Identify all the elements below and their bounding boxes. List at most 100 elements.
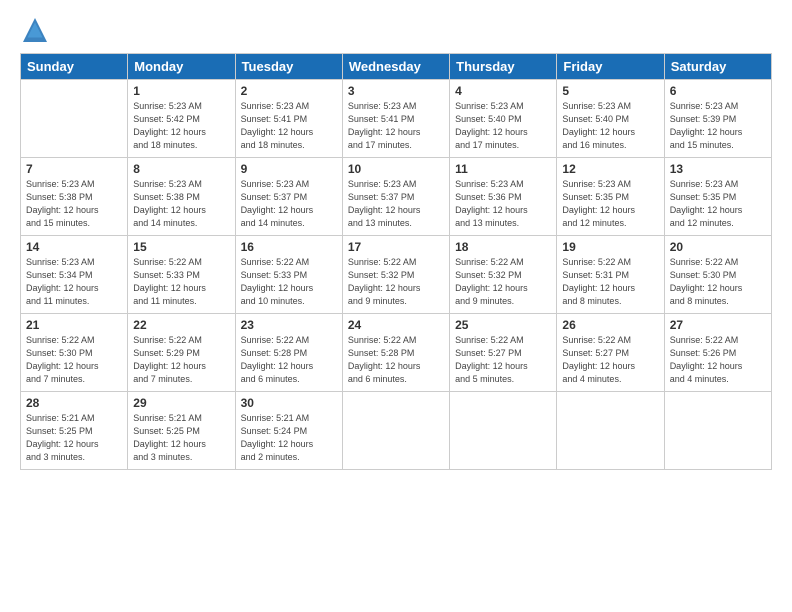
day-number: 28	[26, 396, 122, 410]
empty-cell	[21, 80, 128, 158]
week-row-2: 7 Sunrise: 5:23 AM Sunset: 5:38 PM Daylig…	[21, 158, 772, 236]
day-cell-27: 27 Sunrise: 5:22 AM Sunset: 5:26 PM Dayli…	[664, 314, 771, 392]
day-cell-10: 10 Sunrise: 5:23 AM Sunset: 5:37 PM Dayli…	[342, 158, 449, 236]
empty-cell	[557, 392, 664, 470]
page: SundayMondayTuesdayWednesdayThursdayFrid…	[0, 0, 792, 612]
day-cell-29: 29 Sunrise: 5:21 AM Sunset: 5:25 PM Dayli…	[128, 392, 235, 470]
day-cell-15: 15 Sunrise: 5:22 AM Sunset: 5:33 PM Dayli…	[128, 236, 235, 314]
day-cell-6: 6 Sunrise: 5:23 AM Sunset: 5:39 PM Daylig…	[664, 80, 771, 158]
day-info: Sunrise: 5:22 AM Sunset: 5:32 PM Dayligh…	[348, 256, 444, 308]
day-cell-7: 7Sunrise: 5:23 AM Sunset: 5:38 PM Daylig…	[21, 158, 128, 236]
calendar-table: SundayMondayTuesdayWednesdayThursdayFrid…	[20, 53, 772, 470]
day-number: 1	[133, 84, 229, 98]
day-info: Sunrise: 5:22 AM Sunset: 5:29 PM Dayligh…	[133, 334, 229, 386]
day-cell-1: 1 Sunrise: 5:23 AM Sunset: 5:42 PM Daylig…	[128, 80, 235, 158]
day-info: Sunrise: 5:23 AM Sunset: 5:35 PM Dayligh…	[562, 178, 658, 230]
day-info: Sunrise: 5:22 AM Sunset: 5:28 PM Dayligh…	[241, 334, 337, 386]
day-info: Sunrise: 5:23 AM Sunset: 5:37 PM Dayligh…	[348, 178, 444, 230]
day-cell-2: 2 Sunrise: 5:23 AM Sunset: 5:41 PM Daylig…	[235, 80, 342, 158]
day-number: 22	[133, 318, 229, 332]
day-number: 27	[670, 318, 766, 332]
day-info: Sunrise: 5:23 AM Sunset: 5:37 PM Dayligh…	[241, 178, 337, 230]
day-number: 2	[241, 84, 337, 98]
weekday-header-thursday: Thursday	[450, 54, 557, 80]
day-info: Sunrise: 5:22 AM Sunset: 5:33 PM Dayligh…	[133, 256, 229, 308]
weekday-header-monday: Monday	[128, 54, 235, 80]
day-number: 7	[26, 162, 122, 176]
day-info: Sunrise: 5:23 AM Sunset: 5:42 PM Dayligh…	[133, 100, 229, 152]
weekday-header-saturday: Saturday	[664, 54, 771, 80]
day-number: 12	[562, 162, 658, 176]
day-cell-14: 14 Sunrise: 5:23 AM Sunset: 5:34 PM Dayli…	[21, 236, 128, 314]
day-number: 16	[241, 240, 337, 254]
day-info: Sunrise: 5:22 AM Sunset: 5:30 PM Dayligh…	[670, 256, 766, 308]
day-cell-20: 20Sunrise: 5:22 AM Sunset: 5:30 PM Dayli…	[664, 236, 771, 314]
week-row-3: 14 Sunrise: 5:23 AM Sunset: 5:34 PM Dayli…	[21, 236, 772, 314]
logo	[20, 15, 54, 45]
day-number: 23	[241, 318, 337, 332]
day-number: 19	[562, 240, 658, 254]
day-cell-30: 30 Sunrise: 5:21 AM Sunset: 5:24 PM Dayli…	[235, 392, 342, 470]
day-cell-26: 26Sunrise: 5:22 AM Sunset: 5:27 PM Dayli…	[557, 314, 664, 392]
day-cell-21: 21 Sunrise: 5:22 AM Sunset: 5:30 PM Dayli…	[21, 314, 128, 392]
day-cell-18: 18Sunrise: 5:22 AM Sunset: 5:32 PM Dayli…	[450, 236, 557, 314]
day-info: Sunrise: 5:23 AM Sunset: 5:41 PM Dayligh…	[241, 100, 337, 152]
day-number: 14	[26, 240, 122, 254]
day-info: Sunrise: 5:23 AM Sunset: 5:41 PM Dayligh…	[348, 100, 444, 152]
day-number: 3	[348, 84, 444, 98]
day-cell-16: 16 Sunrise: 5:22 AM Sunset: 5:33 PM Dayli…	[235, 236, 342, 314]
day-number: 30	[241, 396, 337, 410]
day-info: Sunrise: 5:23 AM Sunset: 5:40 PM Dayligh…	[562, 100, 658, 152]
day-cell-8: 8 Sunrise: 5:23 AM Sunset: 5:38 PM Daylig…	[128, 158, 235, 236]
day-cell-13: 13 Sunrise: 5:23 AM Sunset: 5:35 PM Dayli…	[664, 158, 771, 236]
day-cell-12: 12 Sunrise: 5:23 AM Sunset: 5:35 PM Dayli…	[557, 158, 664, 236]
weekday-header-sunday: Sunday	[21, 54, 128, 80]
day-cell-9: 9 Sunrise: 5:23 AM Sunset: 5:37 PM Daylig…	[235, 158, 342, 236]
day-info: Sunrise: 5:23 AM Sunset: 5:34 PM Dayligh…	[26, 256, 122, 308]
day-number: 4	[455, 84, 551, 98]
day-cell-17: 17 Sunrise: 5:22 AM Sunset: 5:32 PM Dayli…	[342, 236, 449, 314]
day-info: Sunrise: 5:22 AM Sunset: 5:31 PM Dayligh…	[562, 256, 658, 308]
day-info: Sunrise: 5:21 AM Sunset: 5:24 PM Dayligh…	[241, 412, 337, 464]
day-cell-23: 23 Sunrise: 5:22 AM Sunset: 5:28 PM Dayli…	[235, 314, 342, 392]
weekday-header-wednesday: Wednesday	[342, 54, 449, 80]
empty-cell	[450, 392, 557, 470]
day-number: 21	[26, 318, 122, 332]
day-number: 11	[455, 162, 551, 176]
day-info: Sunrise: 5:21 AM Sunset: 5:25 PM Dayligh…	[26, 412, 122, 464]
day-number: 9	[241, 162, 337, 176]
day-cell-22: 22 Sunrise: 5:22 AM Sunset: 5:29 PM Dayli…	[128, 314, 235, 392]
logo-icon	[20, 15, 50, 45]
weekday-header-row: SundayMondayTuesdayWednesdayThursdayFrid…	[21, 54, 772, 80]
week-row-4: 21 Sunrise: 5:22 AM Sunset: 5:30 PM Dayli…	[21, 314, 772, 392]
day-cell-11: 11Sunrise: 5:23 AM Sunset: 5:36 PM Dayli…	[450, 158, 557, 236]
day-cell-4: 4Sunrise: 5:23 AM Sunset: 5:40 PM Daylig…	[450, 80, 557, 158]
empty-cell	[342, 392, 449, 470]
day-number: 15	[133, 240, 229, 254]
day-cell-19: 19 Sunrise: 5:22 AM Sunset: 5:31 PM Dayli…	[557, 236, 664, 314]
day-number: 6	[670, 84, 766, 98]
header	[20, 15, 772, 45]
day-info: Sunrise: 5:22 AM Sunset: 5:26 PM Dayligh…	[670, 334, 766, 386]
day-number: 10	[348, 162, 444, 176]
day-cell-25: 25Sunrise: 5:22 AM Sunset: 5:27 PM Dayli…	[450, 314, 557, 392]
day-cell-24: 24 Sunrise: 5:22 AM Sunset: 5:28 PM Dayli…	[342, 314, 449, 392]
day-cell-5: 5Sunrise: 5:23 AM Sunset: 5:40 PM Daylig…	[557, 80, 664, 158]
day-number: 29	[133, 396, 229, 410]
day-info: Sunrise: 5:23 AM Sunset: 5:35 PM Dayligh…	[670, 178, 766, 230]
weekday-header-friday: Friday	[557, 54, 664, 80]
day-info: Sunrise: 5:22 AM Sunset: 5:28 PM Dayligh…	[348, 334, 444, 386]
day-number: 17	[348, 240, 444, 254]
day-number: 8	[133, 162, 229, 176]
day-number: 24	[348, 318, 444, 332]
day-info: Sunrise: 5:21 AM Sunset: 5:25 PM Dayligh…	[133, 412, 229, 464]
week-row-1: 1 Sunrise: 5:23 AM Sunset: 5:42 PM Daylig…	[21, 80, 772, 158]
day-number: 26	[562, 318, 658, 332]
day-number: 13	[670, 162, 766, 176]
day-info: Sunrise: 5:23 AM Sunset: 5:38 PM Dayligh…	[133, 178, 229, 230]
day-info: Sunrise: 5:22 AM Sunset: 5:33 PM Dayligh…	[241, 256, 337, 308]
week-row-5: 28 Sunrise: 5:21 AM Sunset: 5:25 PM Dayli…	[21, 392, 772, 470]
day-info: Sunrise: 5:23 AM Sunset: 5:39 PM Dayligh…	[670, 100, 766, 152]
day-info: Sunrise: 5:22 AM Sunset: 5:30 PM Dayligh…	[26, 334, 122, 386]
day-cell-28: 28 Sunrise: 5:21 AM Sunset: 5:25 PM Dayli…	[21, 392, 128, 470]
